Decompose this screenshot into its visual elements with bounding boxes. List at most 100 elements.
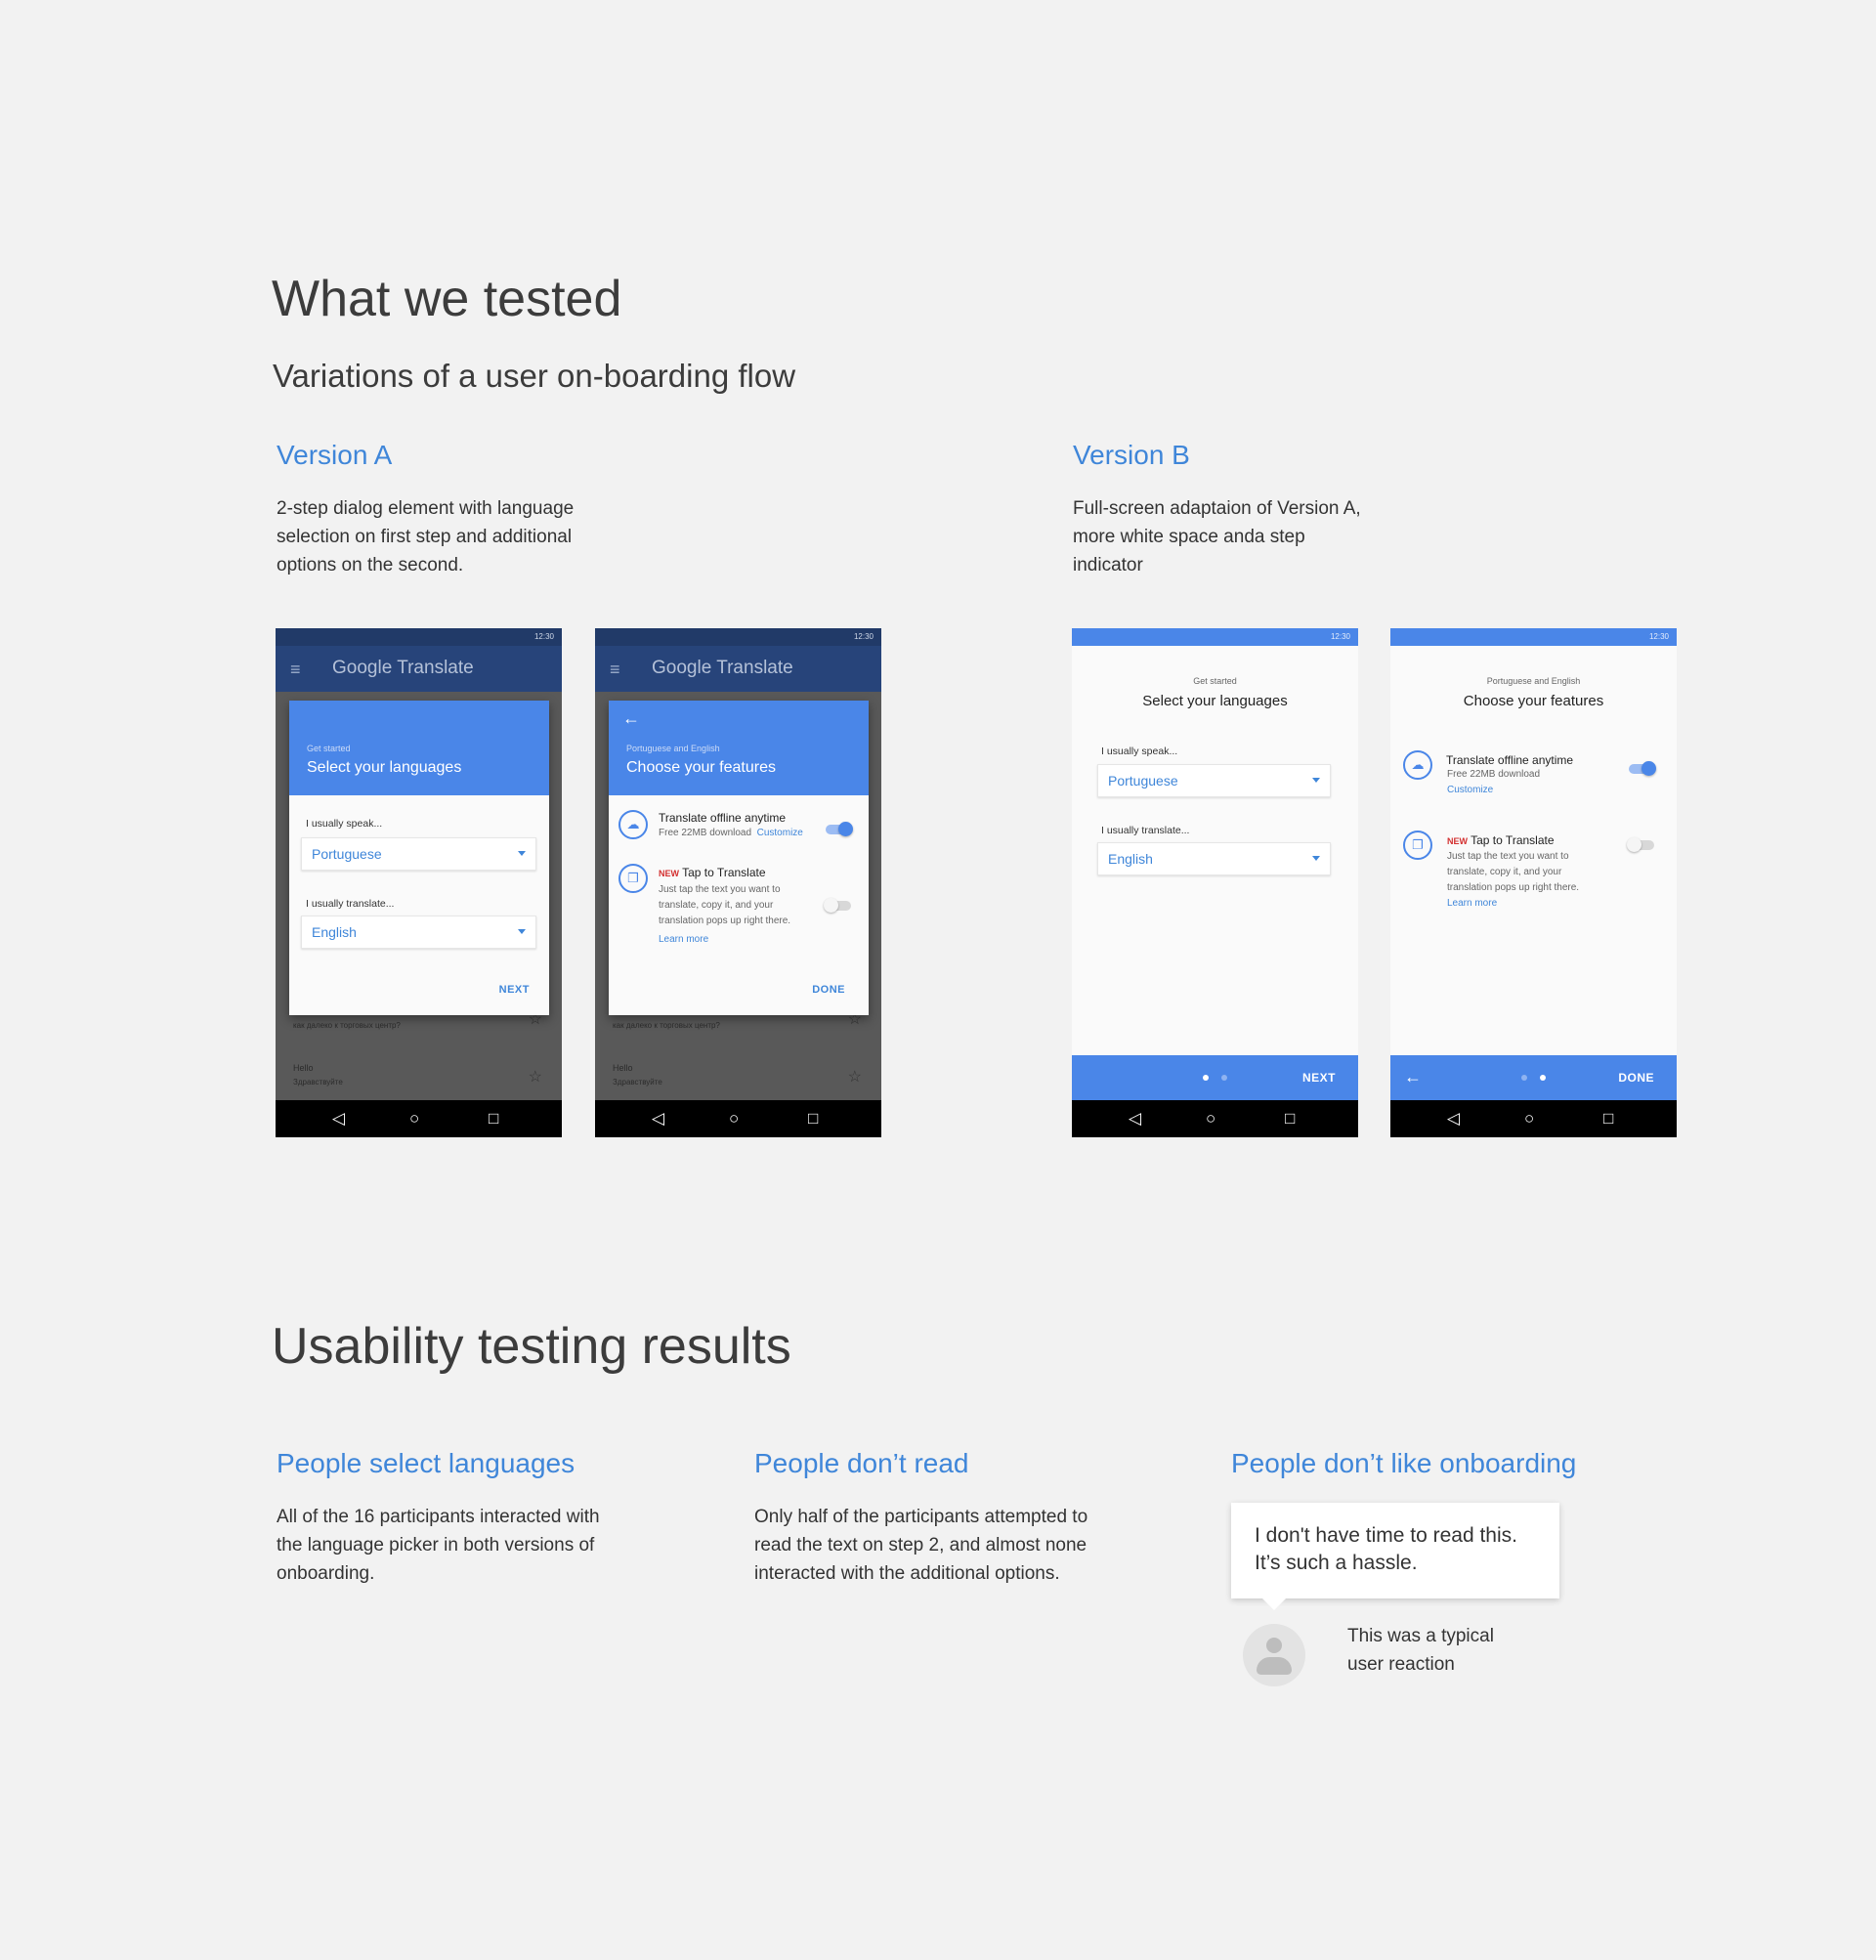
app-brand: Google Translate [652,658,793,678]
back-arrow-icon[interactable]: ← [1404,1067,1422,1087]
step-indicator-dot [1521,1075,1527,1081]
speak-language-select[interactable]: Portuguese [1097,764,1331,797]
chevron-down-icon [518,851,526,856]
step-indicator-dot-active [1203,1075,1209,1081]
phone-version-b-step-2: 12:30 Portuguese and English Choose your… [1390,628,1677,1137]
section-subtitle: Variations of a user on-boarding flow [273,358,796,394]
menu-icon[interactable]: ≡ [610,660,620,678]
translate-language-value: English [312,924,357,940]
user-quote: I don't have time to read this. It’s suc… [1255,1524,1517,1574]
copy-icon: ❐ [618,864,648,893]
nav-recents-icon[interactable]: □ [1603,1109,1613,1129]
dialog-header: Get started Select your languages [289,701,549,795]
section-title-results: Usability testing results [272,1318,791,1375]
avatar-icon [1243,1624,1305,1686]
dialog-header: ← Portuguese and English Choose your fea… [609,701,869,795]
chevron-down-icon [518,929,526,934]
learn-more-link[interactable]: Learn more [659,932,790,948]
speak-label: I usually speak... [306,818,383,830]
offline-toggle[interactable] [826,822,853,836]
nav-home-icon[interactable]: ○ [729,1109,739,1129]
history-item: Hello [613,1063,633,1073]
learn-more-link[interactable]: Learn more [1447,896,1579,912]
offline-feature-subtitle: Free 22MB download Customize [1447,767,1540,798]
dialog-title: Select your languages [307,759,462,776]
dialog-title: Choose your features [626,759,776,776]
tap-feature-description: Just tap the text you want to translate,… [1447,849,1579,912]
page-title: Select your languages [1142,693,1288,709]
app-brand: Google Translate [332,658,474,678]
star-icon[interactable]: ☆ [529,1067,542,1087]
version-b-description: Full-screen adaptaion of Version A, more… [1073,498,1361,575]
next-button[interactable]: NEXT [499,984,530,996]
system-nav-bar: ◁ ○ □ [1390,1100,1677,1137]
phone-version-a-step-1: 12:30 ≡ Google Translate как далеко к то… [276,628,562,1137]
speak-language-value: Portuguese [312,846,382,862]
version-b-title: Version B [1073,440,1190,470]
status-bar: 12:30 [595,628,881,646]
done-button[interactable]: DONE [1618,1071,1654,1085]
offline-toggle[interactable] [1629,761,1656,776]
translate-language-select[interactable]: English [1097,842,1331,875]
nav-home-icon[interactable]: ○ [1206,1109,1215,1129]
app-bar: ≡ Google Translate [595,646,881,692]
step-caption: Portuguese and English [1486,676,1581,686]
step-indicator-dot-active [1540,1075,1546,1081]
status-bar: 12:30 [1072,628,1358,646]
nav-recents-icon[interactable]: □ [489,1109,498,1129]
system-nav-bar: ◁ ○ □ [1072,1100,1358,1137]
system-nav-bar: ◁ ○ □ [595,1100,881,1137]
system-nav-bar: ◁ ○ □ [276,1100,562,1137]
customize-link[interactable]: Customize [757,828,803,838]
nav-recents-icon[interactable]: □ [1285,1109,1295,1129]
offline-feature-title: Translate offline anytime [1446,753,1574,767]
copy-icon: ❐ [1403,831,1432,860]
bottom-action-bar: ← DONE [1390,1055,1677,1100]
speak-label: I usually speak... [1101,746,1178,757]
customize-link[interactable]: Customize [1447,783,1540,798]
nav-back-icon[interactable]: ◁ [1129,1109,1141,1129]
onboarding-dialog: ← Portuguese and English Choose your fea… [609,701,869,1015]
nav-home-icon[interactable]: ○ [409,1109,419,1129]
translate-language-value: English [1108,851,1153,867]
tap-feature-title: NEW Tap to Translate [659,866,766,879]
speak-language-value: Portuguese [1108,773,1178,788]
result-1-title: People select languages [277,1448,576,1478]
history-item-translation: Здравствуйте [613,1078,662,1087]
history-item: Hello [293,1063,314,1073]
back-arrow-icon[interactable]: ← [622,708,640,729]
page-title: Choose your features [1463,693,1604,709]
bottom-action-bar: NEXT [1072,1055,1358,1100]
status-bar: 12:30 [276,628,562,646]
history-item: как далеко к торговых центр? [293,1021,401,1030]
new-badge: NEW [659,869,679,878]
version-a-description: 2-step dialog element with language sele… [277,498,575,575]
nav-home-icon[interactable]: ○ [1524,1109,1534,1129]
quote-caption: This was a typical user reaction [1347,1626,1494,1675]
version-a-title: Version A [277,440,393,470]
translate-language-select[interactable]: English [301,916,536,949]
translate-label: I usually translate... [1101,825,1190,836]
done-button[interactable]: DONE [812,984,845,996]
nav-back-icon[interactable]: ◁ [1447,1109,1460,1129]
speak-language-select[interactable]: Portuguese [301,837,536,871]
next-button[interactable]: NEXT [1302,1071,1336,1085]
tap-toggle[interactable] [1627,837,1654,852]
menu-icon[interactable]: ≡ [290,660,301,678]
phone-version-b-step-1: 12:30 Get started Select your languages … [1072,628,1358,1137]
onboarding-dialog: Get started Select your languages I usua… [289,701,549,1015]
step-indicator-dot [1221,1075,1227,1081]
offline-feature-title: Translate offline anytime [659,811,787,825]
tap-toggle[interactable] [824,898,851,913]
app-bar: ≡ Google Translate [276,646,562,692]
result-2-title: People don’t read [754,1448,969,1478]
tap-feature-title: NEW Tap to Translate [1447,833,1555,847]
chevron-down-icon [1312,856,1320,861]
nav-back-icon[interactable]: ◁ [652,1109,664,1129]
translate-label: I usually translate... [306,898,395,910]
nav-recents-icon[interactable]: □ [808,1109,818,1129]
result-2-text: Only half of the participants attempted … [754,1507,1088,1584]
star-icon[interactable]: ☆ [848,1067,862,1087]
nav-back-icon[interactable]: ◁ [332,1109,345,1129]
step-caption: Get started [1193,676,1237,686]
